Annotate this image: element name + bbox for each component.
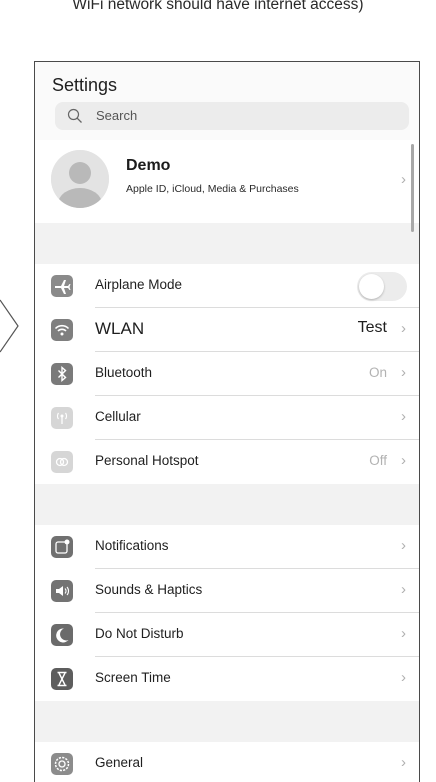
chevron-right-icon: › — [401, 669, 406, 686]
row-bluetooth[interactable]: Bluetooth On › — [35, 352, 419, 396]
row-airplane-mode[interactable]: Airplane Mode — [35, 264, 419, 308]
row-label: Do Not Disturb — [95, 626, 184, 641]
hotspot-icon — [51, 451, 73, 473]
row-label: Cellular — [95, 409, 141, 424]
row-label: Sounds & Haptics — [95, 582, 203, 597]
notifications-group: Notifications › Sounds & Haptics › Do No… — [35, 525, 419, 701]
row-do-not-disturb[interactable]: Do Not Disturb › — [35, 613, 419, 657]
avatar — [51, 150, 109, 208]
page-title: Settings — [52, 75, 118, 95]
wlan-network-value: Test — [357, 319, 387, 336]
chevron-right-icon: › — [401, 171, 406, 188]
apple-id-profile-row[interactable]: Demo Apple ID, iCloud, Media & Purchases… — [35, 140, 419, 223]
row-sounds-haptics[interactable]: Sounds & Haptics › — [35, 569, 419, 613]
row-label: Screen Time — [95, 670, 171, 685]
profile-subtitle: Apple ID, iCloud, Media & Purchases — [126, 183, 299, 195]
airplane-icon — [51, 275, 73, 297]
connectivity-group: Airplane Mode WLAN Test › Bluetooth On ›… — [35, 264, 419, 484]
hotspot-value: Off — [369, 453, 387, 468]
chevron-right-icon: › — [401, 581, 406, 598]
row-screen-time[interactable]: Screen Time › — [35, 657, 419, 701]
airplane-mode-toggle[interactable] — [357, 272, 407, 301]
row-personal-hotspot[interactable]: Personal Hotspot Off › — [35, 440, 419, 484]
general-group: General › — [35, 742, 419, 782]
search-placeholder: Search — [96, 108, 138, 123]
row-label: Personal Hotspot — [95, 453, 199, 468]
chevron-right-icon: › — [401, 364, 406, 381]
chevron-right-icon: › — [401, 537, 406, 554]
chevron-right-icon: › — [401, 754, 406, 771]
row-wlan[interactable]: WLAN Test › — [35, 308, 419, 352]
bluetooth-icon — [51, 363, 73, 385]
pointer-arrow-icon — [0, 299, 19, 353]
row-cellular[interactable]: Cellular › — [35, 396, 419, 440]
wifi-icon — [51, 319, 73, 341]
speaker-icon — [51, 580, 73, 602]
chevron-right-icon: › — [401, 625, 406, 642]
chevron-right-icon: › — [401, 452, 406, 469]
row-label: Airplane Mode — [95, 277, 183, 292]
row-notifications[interactable]: Notifications › — [35, 525, 419, 569]
hourglass-icon — [51, 668, 73, 690]
row-label: General — [95, 755, 144, 770]
row-label: WLAN — [95, 319, 145, 338]
scrollbar[interactable] — [411, 144, 414, 232]
cellular-icon — [51, 407, 73, 429]
row-general[interactable]: General › — [35, 742, 419, 782]
instruction-caption: WiFi network should have internet access… — [72, 0, 364, 13]
profile-name: Demo — [126, 157, 171, 174]
notifications-icon — [51, 536, 73, 558]
person-silhouette-icon — [51, 150, 109, 208]
settings-header: Settings Search — [35, 62, 419, 140]
bluetooth-value: On — [368, 365, 387, 380]
search-icon — [67, 108, 82, 123]
row-label: Bluetooth — [95, 365, 153, 380]
search-field[interactable]: Search — [55, 102, 409, 130]
row-label: Notifications — [95, 538, 169, 553]
settings-panel: Settings Search Demo Apple ID, iCloud, M… — [34, 61, 420, 782]
moon-icon — [51, 624, 73, 646]
chevron-right-icon: › — [401, 408, 406, 425]
chevron-right-icon: › — [401, 320, 406, 337]
